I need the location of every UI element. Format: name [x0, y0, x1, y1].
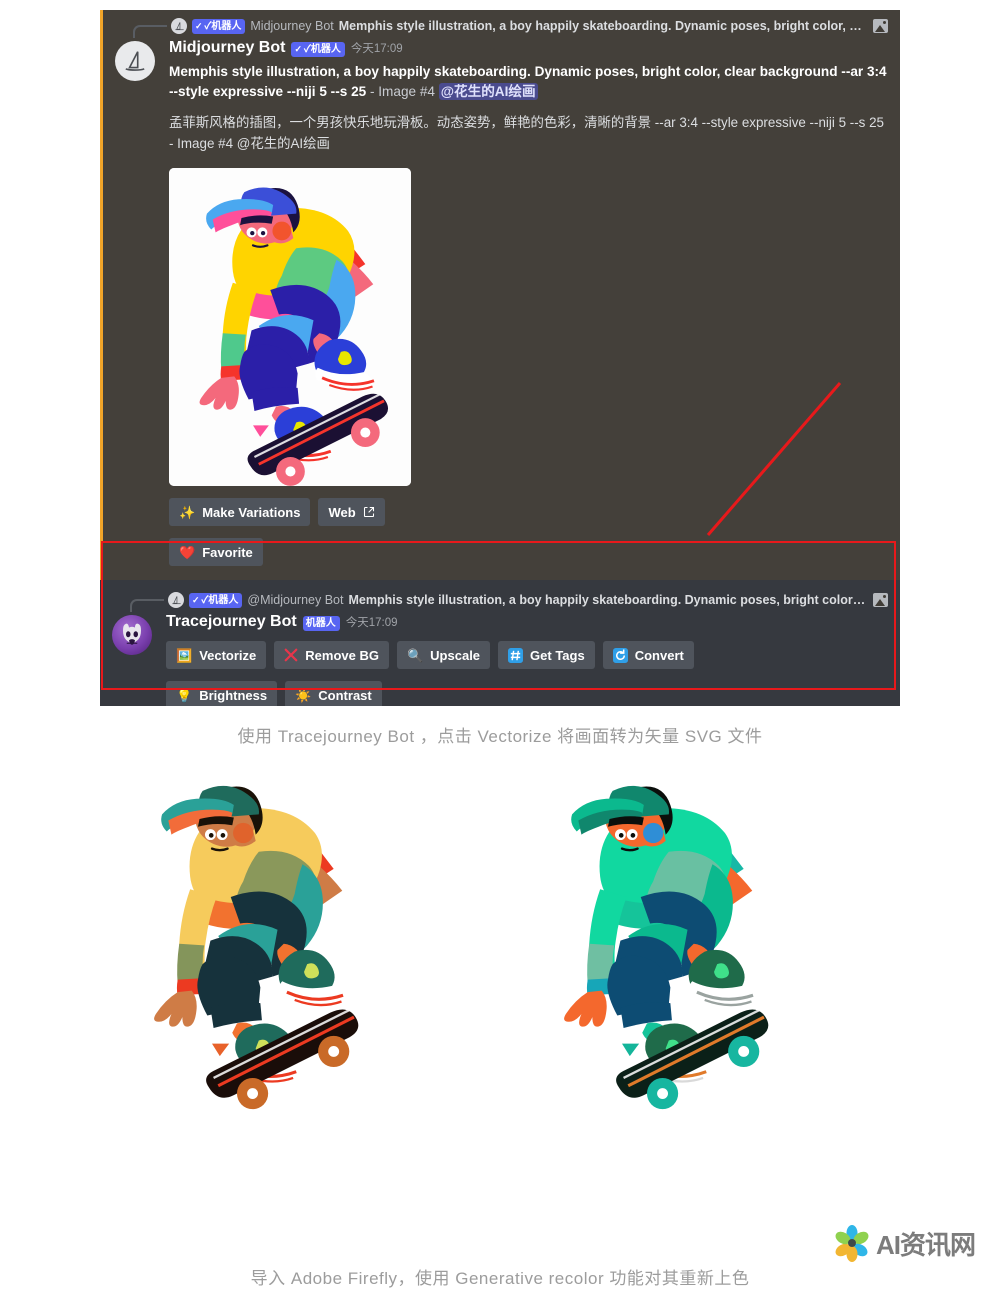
bot-tag-label: ✓机器人 — [201, 594, 239, 606]
bot-tag-label: 机器人 — [305, 618, 336, 629]
button-label: Favorite — [202, 544, 253, 560]
caption-step-2: 导入 Adobe Firefly，使用 Generative recolor 功… — [250, 1269, 750, 1288]
reply-reference-midjourney[interactable]: ✓ ✓机器人 Midjourney Bot Memphis style illus… — [133, 16, 888, 38]
message-header-midjourney: Midjourney Bot ✓ ✓机器人 今天17:09 — [169, 39, 888, 57]
button-label: Remove BG — [305, 647, 379, 663]
verified-check-icon: ✓ — [192, 594, 200, 605]
reply-reference-tracejourney[interactable]: ✓ ✓机器人 @Midjourney Bot Memphis style illu… — [130, 590, 888, 612]
button-label: Web — [328, 504, 356, 520]
reply-spine-icon — [133, 25, 167, 38]
reply-avatar-icon — [171, 18, 187, 34]
recolored-illustration-cool — [538, 772, 878, 1232]
bot-tag-reply-midjourney: ✓ ✓机器人 — [192, 18, 246, 34]
verified-check-icon: ✓ — [195, 20, 203, 31]
contrast-button[interactable]: ☀️ Contrast — [285, 681, 382, 706]
external-link-icon — [363, 506, 375, 518]
picture-icon: 🖼️ — [176, 647, 193, 663]
generated-image-card[interactable] — [169, 168, 411, 486]
user-mention[interactable]: @花生的AI绘画 — [438, 83, 538, 100]
button-label: Brightness — [199, 687, 268, 703]
button-label: Get Tags — [530, 647, 585, 663]
make-variations-button[interactable]: ✨ Make Variations — [169, 498, 311, 526]
sparkles-icon: ✨ — [179, 504, 196, 520]
watermark-text: AI资讯网 — [876, 1229, 976, 1260]
prompt-text-en: Memphis style illustration, a boy happil… — [169, 62, 888, 102]
tracejourney-button-row-1: 🖼️ Vectorize Remove BG 🔍 Upscale Get Tag… — [166, 641, 888, 669]
red-x-icon — [284, 648, 298, 662]
reply-spine-icon — [130, 599, 164, 612]
sun-icon: ☀️ — [295, 687, 312, 703]
reply-preview-text[interactable]: Memphis style illustration, a boy happil… — [339, 19, 868, 33]
dog-skull-icon — [123, 623, 141, 645]
prompt-image-index: - Image #4 — [366, 84, 439, 99]
author-name[interactable]: Tracejourney Bot — [166, 613, 297, 631]
message-header-tracejourney: Tracejourney Bot 机器人 今天17:09 — [166, 613, 888, 631]
web-button[interactable]: Web — [318, 498, 385, 526]
reply-avatar-icon — [168, 592, 184, 608]
skateboarder-warm-svg — [154, 785, 359, 1110]
skateboarder-original-illustration — [169, 168, 411, 486]
favorite-button[interactable]: ❤️ Favorite — [169, 538, 263, 566]
bot-tag-midjourney: ✓ ✓机器人 — [291, 42, 345, 57]
button-label: Upscale — [430, 647, 481, 663]
midjourney-button-row-1: ✨ Make Variations Web — [169, 498, 888, 526]
image-icon — [873, 19, 888, 33]
upscale-button[interactable]: 🔍 Upscale — [396, 641, 491, 669]
bot-tag-label: ✓机器人 — [204, 20, 242, 32]
caption-step-1: 使用 Tracejourney Bot ，点击 Vectorize 将画面转为矢… — [237, 727, 763, 746]
reply-author-name[interactable]: @Midjourney Bot — [247, 593, 343, 607]
magnifier-icon: 🔍 — [406, 647, 424, 663]
lightbulb-icon: 💡 — [176, 687, 193, 703]
message-timestamp: 今天17:09 — [345, 617, 398, 629]
convert-button[interactable]: Convert — [602, 641, 694, 669]
bot-tag-tracejourney: 机器人 — [302, 616, 340, 631]
get-tags-button[interactable]: Get Tags — [498, 641, 595, 669]
heart-icon: ❤️ — [179, 544, 196, 560]
image-icon — [873, 593, 888, 607]
button-label: Vectorize — [199, 647, 257, 663]
prompt-text-cn: 孟菲斯风格的插图，一个男孩快乐地玩滑板。动态姿势，鲜艳的色彩，清晰的背景 --a… — [169, 115, 884, 151]
brightness-button[interactable]: 💡 Brightness — [166, 681, 278, 706]
message-timestamp: 今天17:09 — [350, 43, 403, 55]
avatar-tracejourney-bot[interactable] — [112, 615, 152, 655]
reply-author-name[interactable]: Midjourney Bot — [250, 19, 333, 33]
flower-logo-icon — [835, 1225, 869, 1262]
button-label: Contrast — [318, 687, 372, 703]
discord-chat-panel: ✓ ✓机器人 Midjourney Bot Memphis style illus… — [100, 10, 900, 706]
refresh-icon — [612, 647, 628, 663]
vectorize-button[interactable]: 🖼️ Vectorize — [166, 641, 267, 669]
reply-preview-text[interactable]: Memphis style illustration, a boy happil… — [348, 593, 868, 607]
bot-tag-reply-tracejourney: ✓ ✓机器人 — [189, 592, 243, 608]
tracejourney-button-row-2: 💡 Brightness ☀️ Contrast — [166, 681, 888, 706]
bot-tag-label: ✓机器人 — [303, 44, 341, 55]
message-tracejourney: ✓ ✓机器人 @Midjourney Bot Memphis style illu… — [100, 580, 900, 706]
avatar-midjourney-bot[interactable] — [115, 41, 155, 81]
button-label: Make Variations — [202, 504, 301, 520]
verified-check-icon: ✓ — [294, 44, 302, 54]
author-name[interactable]: Midjourney Bot — [169, 39, 285, 57]
remove-bg-button[interactable]: Remove BG — [274, 641, 389, 669]
watermark: AI资讯网 — [832, 1222, 992, 1264]
recolored-illustration-warm — [128, 772, 468, 1232]
midjourney-button-row-2: ❤️ Favorite — [169, 538, 888, 566]
message-midjourney: ✓ ✓机器人 Midjourney Bot Memphis style illus… — [100, 10, 900, 580]
skateboarder-cool-svg — [564, 785, 769, 1110]
button-label: Convert — [634, 647, 684, 663]
hash-icon — [508, 647, 524, 663]
